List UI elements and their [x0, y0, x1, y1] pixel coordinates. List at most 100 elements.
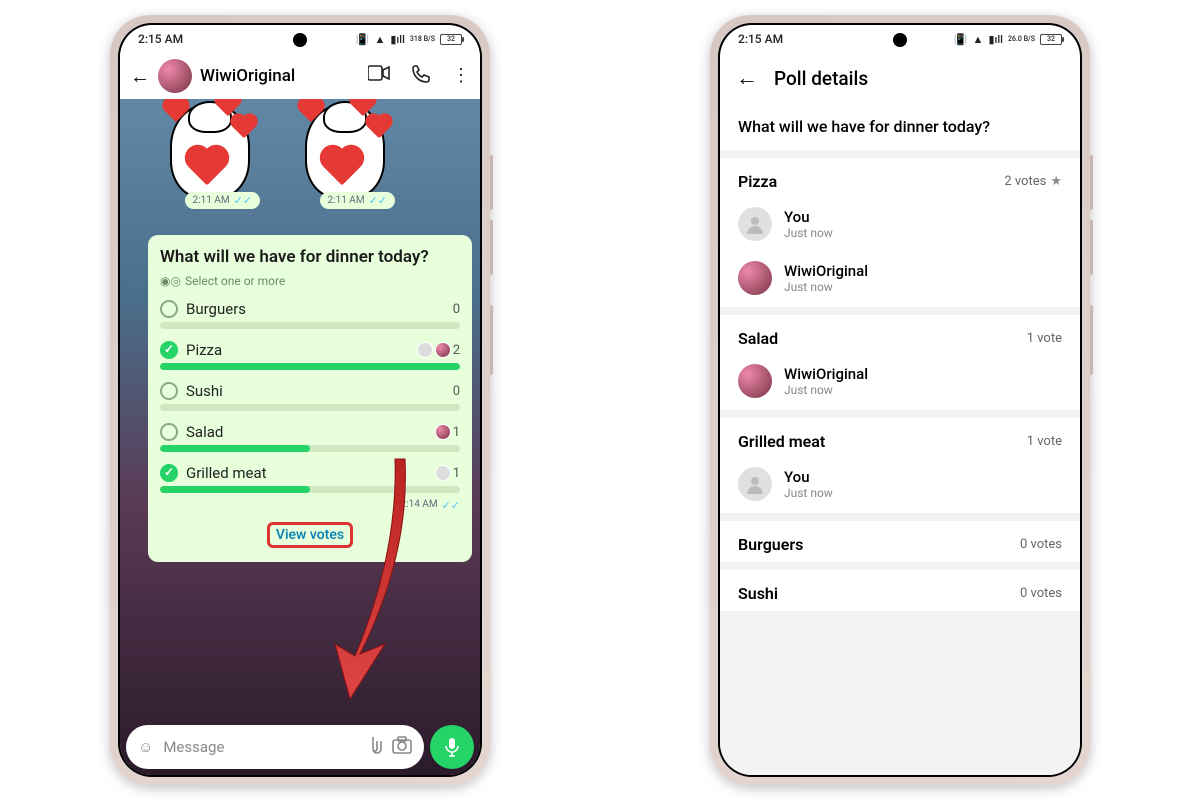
poll-option-section: Salad 1 vote WiwiOriginalJust now — [720, 315, 1080, 418]
signal-icon: ▮ıll — [390, 33, 405, 46]
net-speed: 318 B/S — [410, 36, 435, 43]
progress-bar — [160, 363, 460, 370]
progress-bar — [160, 404, 460, 411]
sticker-message[interactable]: 2:11 AM✓✓ — [295, 99, 400, 209]
vote-count: 1 vote — [1027, 434, 1062, 449]
signal-icon: ▮ıll — [988, 33, 1003, 46]
page-title: Poll details — [774, 67, 868, 90]
option-count: 1 — [435, 424, 460, 440]
voter-time: Just now — [784, 486, 833, 500]
poll-option[interactable]: Burguers 0 — [160, 300, 460, 329]
wifi-icon: ▲ — [374, 33, 385, 46]
read-ticks-icon: ✓✓ — [234, 194, 252, 207]
option-label: Burguers — [186, 300, 445, 318]
poll-option-section: Grilled meat 1 vote YouJust now — [720, 418, 1080, 521]
option-name: Pizza — [738, 172, 777, 191]
option-name: Grilled meat — [738, 432, 825, 451]
option-name: Salad — [738, 329, 778, 348]
poll-option-section: Sushi 0 votes — [720, 570, 1080, 619]
video-call-icon[interactable] — [368, 65, 390, 88]
input-placeholder: Message — [163, 738, 224, 756]
voter-row[interactable]: YouJust now — [720, 199, 1080, 253]
vote-count: 0 votes — [1020, 537, 1062, 552]
message-time: 2:11 AM — [193, 195, 230, 206]
voter-avatar-icon — [435, 424, 451, 440]
vote-count: 0 votes — [1020, 586, 1062, 601]
view-votes-button[interactable]: View votes — [160, 516, 460, 554]
contact-name[interactable]: WiwiOriginal — [200, 66, 360, 86]
chat-header: ← WiwiOriginal ⋮ — [120, 53, 480, 99]
option-name: Burguers — [738, 535, 803, 554]
poll-option[interactable]: Grilled meat 1 — [160, 464, 460, 493]
option-name: Sushi — [738, 584, 778, 603]
poll-option-section: Burguers 0 votes — [720, 521, 1080, 570]
multiselect-icon: ◉◎ — [160, 274, 181, 288]
wifi-icon: ▲ — [973, 33, 984, 46]
voter-name: You — [784, 208, 833, 226]
option-count: 0 — [453, 384, 460, 399]
radio-icon[interactable] — [160, 382, 178, 400]
sticker-message[interactable]: 2:11 AM ✓✓ — [160, 99, 265, 209]
option-count: 2 — [417, 342, 460, 358]
battery-icon: 32 — [440, 34, 462, 45]
voter-avatar — [738, 261, 772, 295]
voter-avatar — [738, 467, 772, 501]
checkmark-icon[interactable] — [160, 341, 178, 359]
checkmark-icon[interactable] — [160, 464, 178, 482]
progress-bar — [160, 486, 460, 493]
vibrate-icon: 📳 — [954, 33, 968, 46]
voice-call-icon[interactable] — [412, 65, 430, 88]
progress-bar — [160, 322, 460, 329]
attach-icon[interactable] — [364, 735, 382, 759]
voter-row[interactable]: WiwiOriginalJust now — [720, 253, 1080, 307]
option-count: 0 — [453, 302, 460, 317]
poll-option-section: Pizza2 votes★YouJust nowWiwiOriginalJust… — [720, 158, 1080, 315]
vote-count: 2 votes★ — [1004, 174, 1062, 189]
voter-name: WiwiOriginal — [784, 365, 868, 383]
read-ticks-icon: ✓✓ — [369, 194, 387, 207]
back-icon[interactable]: ← — [130, 64, 150, 89]
voter-avatar — [738, 364, 772, 398]
voter-avatar-icon — [435, 465, 451, 481]
voter-name: You — [784, 468, 833, 486]
voter-row[interactable]: WiwiOriginalJust now — [720, 356, 1080, 410]
clock: 2:15 AM — [138, 32, 183, 46]
read-ticks-icon: ✓✓ — [442, 499, 460, 512]
radio-icon[interactable] — [160, 423, 178, 441]
camera-icon[interactable] — [392, 736, 412, 758]
phone-right: 2:15 AM 📳 ▲ ▮ıll 26.0 B/S 32 ← Poll deta… — [710, 15, 1090, 785]
details-scroll[interactable]: What will we have for dinner today? Pizz… — [720, 103, 1080, 775]
option-count: 1 — [435, 465, 460, 481]
radio-icon[interactable] — [160, 300, 178, 318]
voter-time: Just now — [784, 383, 868, 397]
voter-time: Just now — [784, 226, 833, 240]
voter-name: WiwiOriginal — [784, 262, 868, 280]
more-icon[interactable]: ⋮ — [452, 65, 470, 88]
poll-option[interactable]: Sushi 0 — [160, 382, 460, 411]
option-label: Sushi — [186, 382, 445, 400]
vibrate-icon: 📳 — [356, 33, 370, 46]
back-icon[interactable]: ← — [736, 65, 758, 91]
poll-question: What will we have for dinner today? — [160, 247, 460, 268]
voter-row[interactable]: YouJust now — [720, 459, 1080, 513]
voter-avatar — [738, 207, 772, 241]
option-label: Salad — [186, 423, 427, 441]
emoji-icon[interactable]: ☺ — [138, 738, 153, 756]
option-label: Pizza — [186, 341, 409, 359]
poll-option[interactable]: Pizza 2 — [160, 341, 460, 370]
battery-icon: 32 — [1040, 34, 1062, 45]
progress-bar — [160, 445, 460, 452]
vote-count: 1 vote — [1027, 331, 1062, 346]
option-label: Grilled meat — [186, 464, 427, 482]
star-icon: ★ — [1050, 174, 1062, 189]
contact-avatar[interactable] — [158, 59, 192, 93]
voter-avatar-icon — [417, 342, 433, 358]
poll-hint: ◉◎ Select one or more — [160, 274, 460, 288]
poll-message: What will we have for dinner today? ◉◎ S… — [148, 235, 472, 562]
mic-button[interactable] — [430, 725, 474, 769]
message-time: 2:14 AM — [401, 499, 438, 512]
voter-time: Just now — [784, 280, 868, 294]
message-input[interactable]: ☺ Message — [126, 725, 424, 769]
phone-left: 2:15 AM 📳 ▲ ▮ıll 318 B/S 32 ← WiwiOrigin… — [110, 15, 490, 785]
poll-option[interactable]: Salad 1 — [160, 423, 460, 452]
